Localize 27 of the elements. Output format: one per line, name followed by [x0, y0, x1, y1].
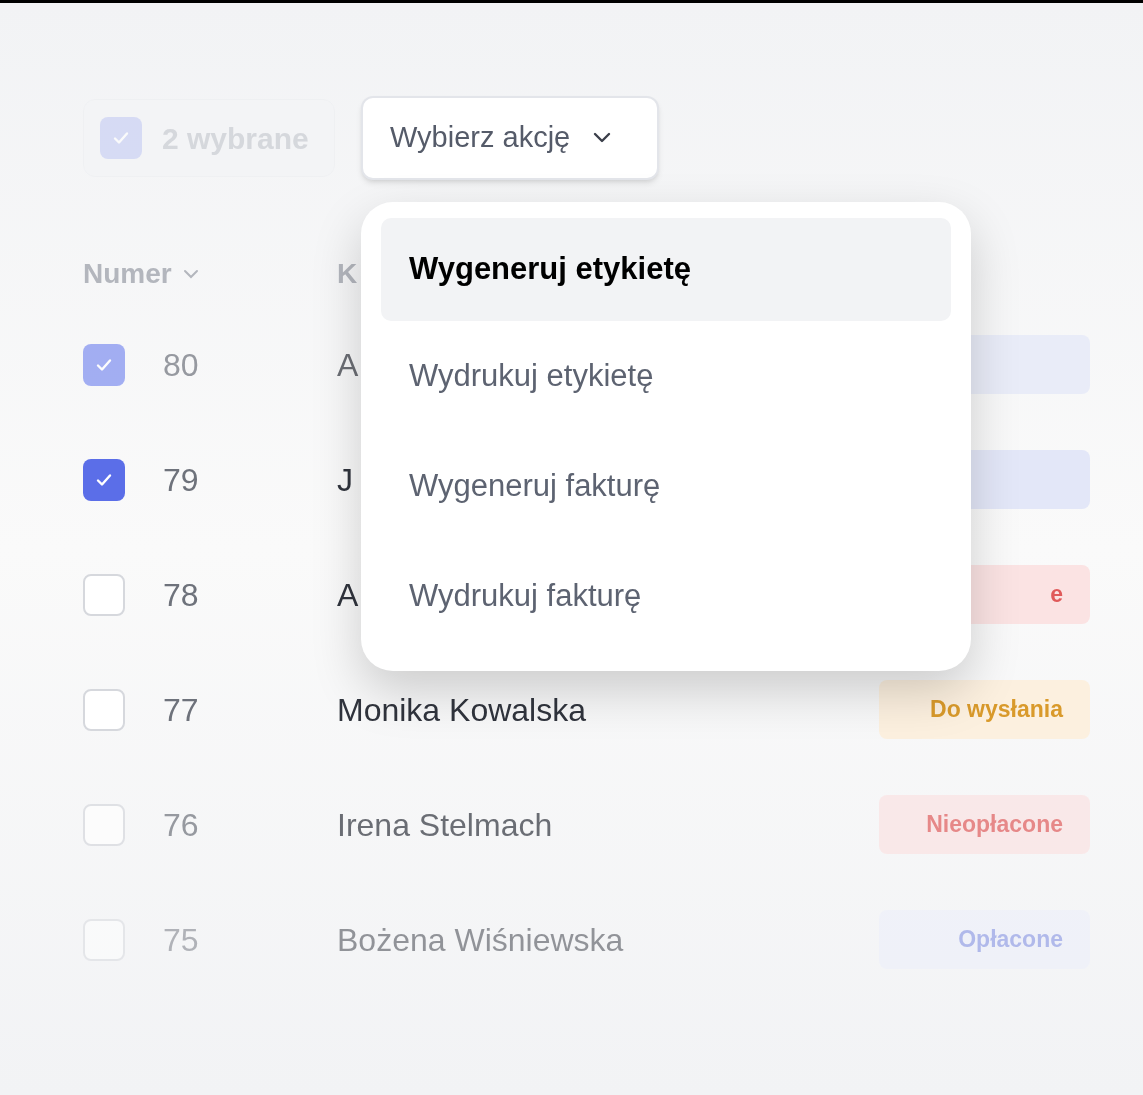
order-number: 75 — [163, 920, 200, 960]
status-badge: Opłacone — [879, 910, 1090, 969]
order-number: 78 — [163, 575, 200, 615]
order-number: 77 — [163, 690, 200, 730]
checkbox[interactable] — [83, 343, 125, 386]
checkbox[interactable] — [83, 688, 125, 731]
checkbox[interactable] — [83, 573, 125, 616]
customer-name: Monika Kowalska — [337, 690, 586, 730]
customer-name: Irena Stelmach — [337, 805, 553, 845]
order-number: 79 — [163, 460, 200, 500]
checkbox[interactable] — [83, 458, 125, 501]
menu-item[interactable]: Wygeneruj fakturę — [381, 431, 951, 541]
customer-name: J — [337, 460, 353, 500]
status-badge: Nieopłacone — [879, 795, 1090, 854]
action-dropdown[interactable]: Wybierz akcję — [361, 96, 659, 180]
menu-item[interactable]: Wygeneruj etykietę — [381, 218, 951, 321]
customer-name: A — [337, 575, 359, 615]
customer-name: Bożena Wiśniewska — [337, 920, 624, 960]
status-badge: Do wysłania — [879, 680, 1090, 739]
customer-name: A — [337, 345, 359, 385]
checkbox[interactable] — [100, 117, 142, 159]
checkbox[interactable] — [83, 803, 125, 846]
chevron-down-icon — [181, 268, 200, 280]
order-number: 80 — [163, 345, 200, 385]
order-number: 76 — [163, 805, 200, 845]
chevron-down-icon — [592, 131, 613, 145]
menu-item[interactable]: Wydrukuj etykietę — [381, 321, 951, 431]
